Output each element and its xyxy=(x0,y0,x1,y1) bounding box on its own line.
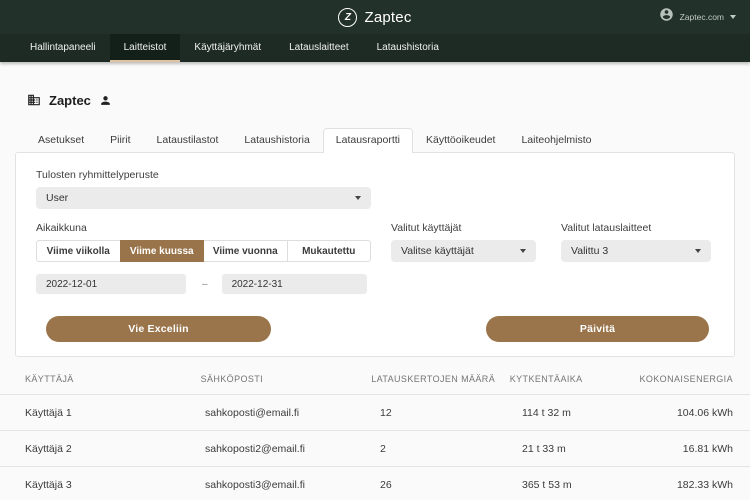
chevron-down-icon xyxy=(355,196,361,200)
grouping-select-value: User xyxy=(46,192,68,204)
main-nav: Hallintapaneeli Laitteistot Käyttäjäryhm… xyxy=(0,34,750,62)
date-to-input[interactable]: 2022-12-31 xyxy=(222,274,367,294)
account-label: Zaptec.com xyxy=(680,12,724,22)
time-button-last-week[interactable]: Viime viikolla xyxy=(36,240,121,262)
section-tabs: Asetukset Piirit Lataustilastot Lataushi… xyxy=(25,128,750,152)
brand-name: Zaptec xyxy=(364,9,411,26)
cell-total-energy: 182.33 kWh xyxy=(655,479,733,491)
cell-user: Käyttäjä 1 xyxy=(25,407,205,419)
date-from-input[interactable]: 2022-12-01 xyxy=(36,274,186,294)
account-circle-icon xyxy=(659,7,674,27)
filters-row: Aikaikkuna Viime viikolla Viime kuussa V… xyxy=(36,222,714,294)
chargers-select[interactable]: Valittu 3 xyxy=(561,240,711,262)
cell-total-energy: 104.06 kWh xyxy=(655,407,733,419)
chargers-label: Valitut latauslaitteet xyxy=(561,222,711,235)
header-connection-time: KYTKENTÄAIKA xyxy=(510,374,640,384)
time-button-custom[interactable]: Mukautettu xyxy=(287,240,372,262)
report-table: KÄYTTÄJÄ SÄHKÖPOSTI LATAUSKERTOJEN MÄÄRÄ… xyxy=(0,363,750,500)
tab-laiteohjelmisto[interactable]: Laiteohjelmisto xyxy=(508,128,604,152)
cell-email: sahkoposti@email.fi xyxy=(205,407,380,419)
cell-sessions: 26 xyxy=(380,479,522,491)
cell-email: sahkoposti2@email.fi xyxy=(205,443,380,455)
nav-item-lataushistoria[interactable]: Lataushistoria xyxy=(363,34,453,62)
topbar: Z Zaptec Zaptec.com xyxy=(0,0,750,34)
chargers-filter-group: Valitut latauslaitteet Valittu 3 xyxy=(561,222,711,294)
nav-item-latauslaitteet[interactable]: Latauslaitteet xyxy=(275,34,363,62)
cell-connection-time: 21 t 33 m xyxy=(522,443,655,455)
chevron-down-icon xyxy=(695,249,701,253)
grouping-select[interactable]: User xyxy=(36,187,371,209)
users-select[interactable]: Valitse käyttäjät xyxy=(391,240,536,262)
header-total-energy: KOKONAISENERGIA xyxy=(639,374,733,384)
chevron-down-icon xyxy=(730,15,736,19)
account-menu[interactable]: Zaptec.com xyxy=(659,0,736,34)
cell-connection-time: 365 t 53 m xyxy=(522,479,655,491)
cell-user: Käyttäjä 3 xyxy=(25,479,205,491)
nav-item-hallintapaneeli[interactable]: Hallintapaneeli xyxy=(16,34,110,62)
table-row[interactable]: Käyttäjä 2 sahkoposti2@email.fi 2 21 t 3… xyxy=(0,431,750,467)
table-header-row: KÄYTTÄJÄ SÄHKÖPOSTI LATAUSKERTOJEN MÄÄRÄ… xyxy=(0,363,750,395)
page-title: Zaptec xyxy=(49,93,91,108)
time-window-group: Aikaikkuna Viime viikolla Viime kuussa V… xyxy=(36,222,371,294)
time-window-label: Aikaikkuna xyxy=(36,222,371,235)
cell-total-energy: 16.81 kWh xyxy=(655,443,733,455)
table-row[interactable]: Käyttäjä 1 sahkoposti@email.fi 12 114 t … xyxy=(0,395,750,431)
update-button[interactable]: Päivitä xyxy=(486,316,709,342)
tab-piirit[interactable]: Piirit xyxy=(97,128,143,152)
tab-kayttooikeudet[interactable]: Käyttöoikeudet xyxy=(413,128,508,152)
person-icon[interactable] xyxy=(99,94,112,107)
tab-latausraportti[interactable]: Latausraportti xyxy=(323,128,413,153)
chevron-down-icon xyxy=(520,249,526,253)
zaptec-logo-icon: Z xyxy=(338,8,357,27)
cell-email: sahkoposti3@email.fi xyxy=(205,479,380,491)
cell-connection-time: 114 t 32 m xyxy=(522,407,655,419)
time-range-toggle: Viime viikolla Viime kuussa Viime vuonna… xyxy=(36,240,371,262)
time-button-last-year[interactable]: Viime vuonna xyxy=(203,240,288,262)
export-excel-button[interactable]: Vie Exceliin xyxy=(46,316,271,342)
main-content: Zaptec Asetukset Piirit Lataustilastot L… xyxy=(0,92,750,500)
date-range-row: 2022-12-01 – 2022-12-31 xyxy=(36,274,371,294)
table-row[interactable]: Käyttäjä 3 sahkoposti3@email.fi 26 365 t… xyxy=(0,467,750,500)
actions-row: Vie Exceliin Päivitä xyxy=(36,316,714,342)
grouping-label: Tulosten ryhmittelyperuste xyxy=(36,169,714,182)
nav-item-kayttajaryhmat[interactable]: Käyttäjäryhmät xyxy=(180,34,275,62)
tab-lataushistoria[interactable]: Lataushistoria xyxy=(231,128,322,152)
brand-logo[interactable]: Z Zaptec xyxy=(338,8,411,27)
building-icon xyxy=(27,93,41,107)
chargers-select-value: Valittu 3 xyxy=(571,245,608,257)
users-label: Valitut käyttäjät xyxy=(391,222,536,235)
page-title-row: Zaptec xyxy=(27,92,750,108)
tab-lataustilastot[interactable]: Lataustilastot xyxy=(144,128,232,152)
header-sessions: LATAUSKERTOJEN MÄÄRÄ xyxy=(371,374,510,384)
date-range-separator: – xyxy=(202,279,208,290)
tab-asetukset[interactable]: Asetukset xyxy=(25,128,97,152)
header-user: KÄYTTÄJÄ xyxy=(25,374,201,384)
logo-letter: Z xyxy=(345,12,351,23)
cell-sessions: 12 xyxy=(380,407,522,419)
time-button-last-month[interactable]: Viime kuussa xyxy=(120,240,205,262)
nav-item-laitteistot[interactable]: Laitteistot xyxy=(110,34,181,62)
cell-sessions: 2 xyxy=(380,443,522,455)
report-form-card: Tulosten ryhmittelyperuste User Aikaikku… xyxy=(15,152,735,357)
users-select-value: Valitse käyttäjät xyxy=(401,245,474,257)
cell-user: Käyttäjä 2 xyxy=(25,443,205,455)
header-email: SÄHKÖPOSTI xyxy=(201,374,372,384)
users-filter-group: Valitut käyttäjät Valitse käyttäjät xyxy=(391,222,536,294)
